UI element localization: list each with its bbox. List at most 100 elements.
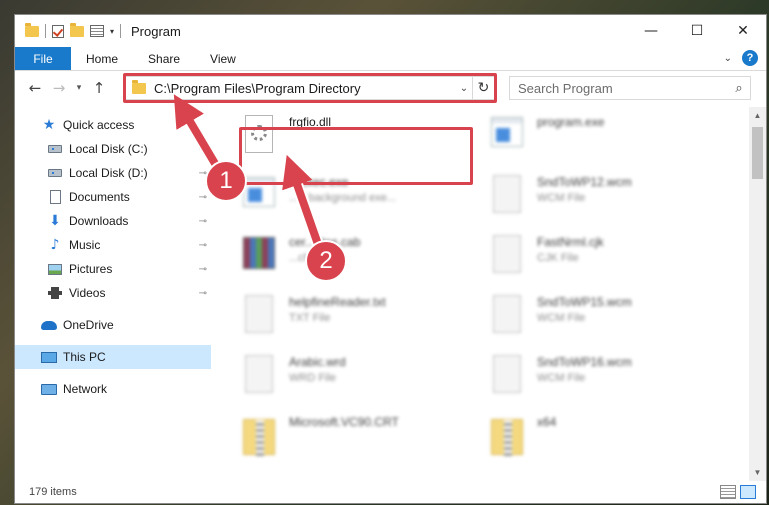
sidebar-item-onedrive[interactable]: OneDrive xyxy=(15,313,211,337)
documents-icon xyxy=(47,190,63,204)
properties-check-icon[interactable] xyxy=(52,24,64,38)
pictures-icon xyxy=(47,262,63,276)
tab-share[interactable]: Share xyxy=(133,47,195,70)
minimize-button[interactable]: — xyxy=(628,15,674,47)
properties-icon[interactable] xyxy=(90,25,104,37)
file-type: WRD File xyxy=(289,372,337,384)
address-dropdown-chevron-icon[interactable]: ⌄ xyxy=(456,83,472,94)
close-button[interactable]: ✕ xyxy=(720,15,766,47)
window-title: Program xyxy=(131,23,181,39)
file-icon xyxy=(239,353,279,401)
file-type: CJK File xyxy=(537,252,579,264)
help-icon[interactable]: ? xyxy=(742,50,758,66)
sidebar-item-label: Local Disk (D:) xyxy=(69,166,148,180)
sidebar-item-local-disk-c[interactable]: Local Disk (C:) ⊸ xyxy=(15,137,211,161)
back-arrow-icon[interactable]: ← xyxy=(23,79,47,97)
file-name: SndToWP15.wcm xyxy=(537,295,632,309)
scrollbar-thumb[interactable] xyxy=(752,127,763,179)
pin-icon[interactable]: ⊸ xyxy=(199,264,207,275)
file-item-sndtowp15[interactable]: SndToWP15.wcm WCM File xyxy=(487,293,727,351)
search-box[interactable]: ⌕ xyxy=(509,76,751,100)
file-item-arabic-wrd[interactable]: Arabic.wrd WRD File xyxy=(239,353,479,411)
zip-folder-icon xyxy=(487,413,527,461)
sidebar-item-this-pc[interactable]: This PC xyxy=(15,345,211,369)
dll-file-icon xyxy=(239,113,279,161)
sidebar-item-downloads[interactable]: ⬇ Downloads ⊸ xyxy=(15,209,211,233)
navigation-pane: ★ Quick access Local Disk (C:) ⊸ Local D… xyxy=(15,107,211,481)
file-icon xyxy=(487,293,527,341)
pin-icon[interactable]: ⊸ xyxy=(199,192,207,203)
sidebar-item-label: Network xyxy=(63,382,108,396)
file-item-cab[interactable]: cer...ates.cab ...chow xyxy=(239,233,479,291)
navigation-bar: ← → ▾ ↑ C:\Program Files\Program Directo… xyxy=(15,71,766,105)
file-type: WCM File xyxy=(537,372,586,384)
file-icon xyxy=(487,173,527,221)
refresh-icon[interactable]: ↻ xyxy=(472,77,494,99)
file-item-exec-exe[interactable]: ...Exec.exe ...V background exe... xyxy=(239,173,479,231)
file-type: TXT File xyxy=(289,312,331,324)
vertical-scrollbar[interactable]: ▲ ▼ xyxy=(749,107,766,481)
file-item-x64[interactable]: x64 xyxy=(487,413,727,471)
onedrive-icon xyxy=(41,318,57,332)
search-icon[interactable]: ⌕ xyxy=(728,81,750,96)
file-name: ...Exec.exe xyxy=(289,175,349,189)
folder-icon xyxy=(25,22,39,37)
videos-icon xyxy=(47,286,63,300)
sidebar-item-music[interactable]: ♪ Music ⊸ xyxy=(15,233,211,257)
title-bar: ▾ Program — ☐ ✕ xyxy=(15,15,766,47)
tab-file[interactable]: File xyxy=(15,47,71,70)
drive-icon xyxy=(47,166,63,180)
sidebar-item-label: OneDrive xyxy=(63,318,114,332)
file-type: WCM File xyxy=(537,312,586,324)
large-icons-view-icon[interactable] xyxy=(740,485,756,499)
sidebar-item-quick-access[interactable]: ★ Quick access xyxy=(15,113,211,137)
pin-icon[interactable]: ⊸ xyxy=(199,216,207,227)
sidebar-item-documents[interactable]: Documents ⊸ xyxy=(15,185,211,209)
file-item-sndtowp16[interactable]: SndToWP16.wcm WCM File xyxy=(487,353,727,411)
pin-icon[interactable]: ⊸ xyxy=(199,144,207,155)
address-bar[interactable]: C:\Program Files\Program Directory ⌄ ↻ xyxy=(125,76,495,100)
sidebar-item-pictures[interactable]: Pictures ⊸ xyxy=(15,257,211,281)
address-path[interactable]: C:\Program Files\Program Directory xyxy=(154,81,456,96)
sidebar-item-label: Music xyxy=(69,238,101,252)
sidebar-item-label: Quick access xyxy=(63,118,135,132)
expand-ribbon-chevron-icon[interactable]: ⌄ xyxy=(724,53,732,64)
file-item-vc90-crt[interactable]: Microsoft.VC90.CRT xyxy=(239,413,479,471)
tab-home[interactable]: Home xyxy=(71,47,133,70)
file-item-sndtowp12[interactable]: SndToWP12.wcm WCM File xyxy=(487,173,727,231)
file-item-frgfio-dll[interactable]: frgfio.dll xyxy=(239,113,479,171)
customize-toolbar-arrow-icon[interactable]: ▾ xyxy=(110,27,114,36)
file-name: Microsoft.VC90.CRT xyxy=(289,415,399,429)
sidebar-item-videos[interactable]: Videos ⊸ xyxy=(15,281,211,305)
explorer-body: ★ Quick access Local Disk (C:) ⊸ Local D… xyxy=(15,107,766,481)
download-icon: ⬇ xyxy=(49,213,61,229)
file-item-helpfinereader[interactable]: helpfineReader.txt TXT File xyxy=(239,293,479,351)
file-name: SndToWP12.wcm xyxy=(537,175,632,189)
file-explorer-window: ▾ Program — ☐ ✕ File Home Share View ⌄ ?… xyxy=(14,14,767,504)
file-icon xyxy=(487,233,527,281)
status-bar: 179 items xyxy=(15,481,766,503)
sidebar-item-label: Documents xyxy=(69,190,130,204)
up-arrow-icon[interactable]: ↑ xyxy=(87,79,111,97)
file-name: helpfineReader.txt xyxy=(289,295,386,309)
recent-locations-chevron-icon[interactable]: ▾ xyxy=(71,83,87,93)
maximize-button[interactable]: ☐ xyxy=(674,15,720,47)
scroll-down-arrow-icon[interactable]: ▼ xyxy=(749,464,766,481)
pin-icon[interactable]: ⊸ xyxy=(199,240,207,251)
sidebar-item-local-disk-d[interactable]: Local Disk (D:) ⊸ xyxy=(15,161,211,185)
file-item-fastnrml[interactable]: FastNrml.cjk CJK File xyxy=(487,233,727,291)
file-item-program-exe[interactable]: program.exe xyxy=(487,113,727,171)
file-name: Arabic.wrd xyxy=(289,355,346,369)
forward-arrow-icon[interactable]: → xyxy=(47,79,71,97)
sidebar-item-network[interactable]: Network xyxy=(15,377,211,401)
this-pc-icon xyxy=(41,350,57,364)
pin-icon[interactable]: ⊸ xyxy=(199,288,207,299)
new-folder-icon[interactable] xyxy=(70,22,84,37)
search-input[interactable] xyxy=(518,80,728,96)
file-name: x64 xyxy=(537,415,557,429)
drive-icon xyxy=(47,142,63,156)
file-name: program.exe xyxy=(537,115,605,129)
scroll-up-arrow-icon[interactable]: ▲ xyxy=(749,107,766,124)
details-view-icon[interactable] xyxy=(720,485,736,499)
tab-view[interactable]: View xyxy=(195,47,251,70)
